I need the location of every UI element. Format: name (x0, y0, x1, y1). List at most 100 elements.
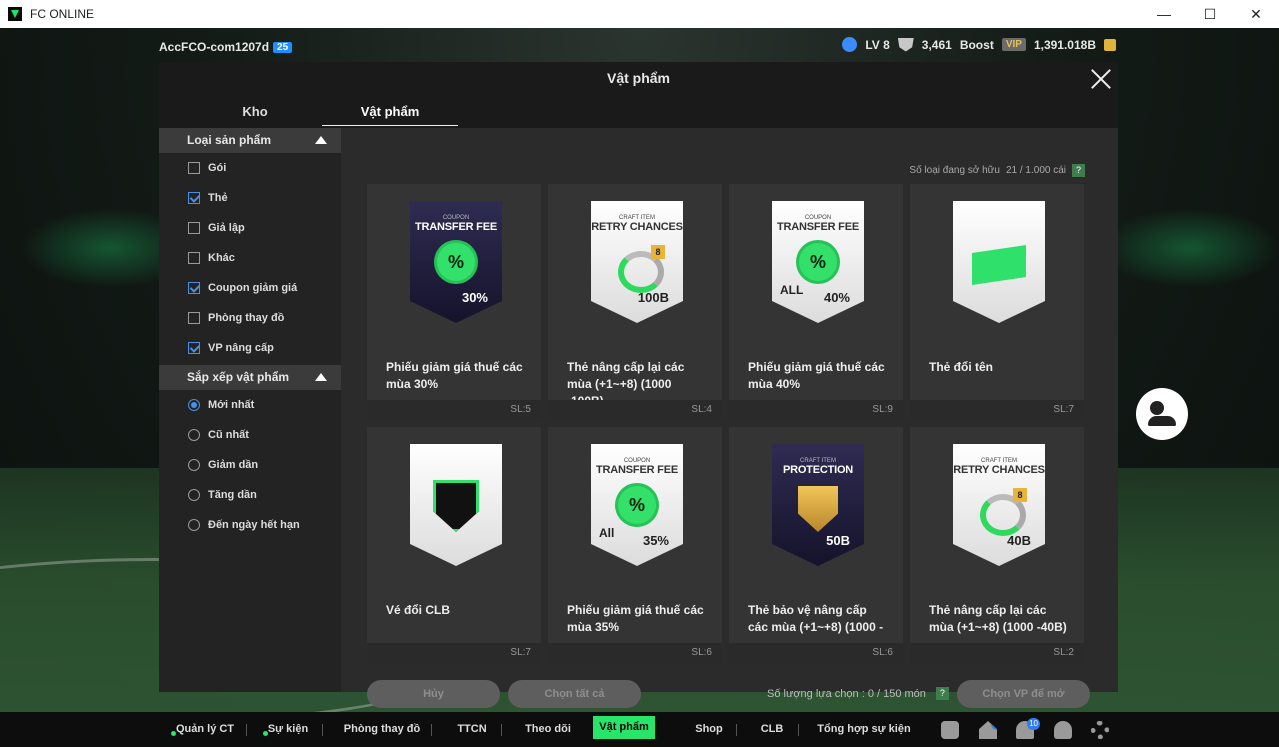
smile-level-icon (842, 37, 858, 52)
item-card-image: COUPON TRANSFER FEE% 30% (410, 201, 502, 323)
nav-separator (501, 724, 502, 736)
boost-label[interactable]: Boost (960, 38, 994, 52)
item-name-line: RETRY CHANCES (591, 221, 683, 233)
checkbox-checked[interactable] (188, 192, 200, 204)
filter-label: Thẻ (208, 192, 228, 204)
filter-option-gia-lap[interactable]: Giả lập (159, 213, 341, 243)
stadium-light (1100, 208, 1279, 288)
item-title: Thẻ đổi tên (929, 360, 993, 374)
item-card[interactable]: CRAFT ITEM PROTECTION 50B Thẻ bảo vệ nâng c… (729, 427, 903, 663)
panel-title: Vật phẩm (606, 70, 670, 86)
help-icon[interactable]: ? (1072, 164, 1085, 177)
close-window-button[interactable]: ✕ (1233, 0, 1279, 28)
gear-icon[interactable] (1091, 721, 1109, 739)
maximize-button[interactable]: ☐ (1187, 0, 1233, 28)
item-card[interactable]: COUPON TRANSFER FEE% ALL 40% Phiếu giảm giá … (729, 184, 903, 420)
item-card[interactable]: COUPON TRANSFER FEE% 30% Phiếu giảm giá thu… (367, 184, 541, 420)
nav-label: Phòng thay đồ (343, 723, 421, 735)
checkbox[interactable] (188, 162, 200, 174)
select-all-button[interactable]: Chọn tất cả (508, 680, 641, 708)
tab-vat-pham[interactable]: Vật phẩm (322, 102, 458, 126)
filter-option-vp-nang-cap[interactable]: VP nâng cấp (159, 333, 341, 363)
item-card[interactable]: CRAFT ITEM RETRY CHANCES 8 100B Thẻ nâng cấp… (548, 184, 722, 420)
item-title: Thẻ bảo vệ nâng cấp các mùa (+1~+8) (100… (748, 603, 884, 634)
radio[interactable] (188, 429, 200, 441)
filter-option-phong-thay-do[interactable]: Phòng thay đồ (159, 303, 341, 333)
rank-shield-icon (897, 37, 914, 52)
item-card[interactable]: Thẻ đổi tên SL:7 (910, 184, 1084, 420)
nav-item[interactable]: Phòng thay đồ (337, 712, 427, 747)
home-icon[interactable]: 2 (979, 721, 997, 739)
nav-item[interactable]: Shop (686, 712, 732, 747)
nav-label: Theo dõi (525, 723, 571, 735)
nav-separator (431, 724, 432, 736)
item-card[interactable]: COUPON TRANSFER FEE% All 35% Phiếu giảm giá … (548, 427, 722, 663)
tab-kho[interactable]: Kho (167, 102, 343, 126)
item-quantity: SL:7 (367, 643, 541, 663)
nav-item[interactable]: Sự kiện (258, 712, 318, 747)
nav-item[interactable]: Theo dõi (515, 712, 581, 747)
sort-option-oldest[interactable]: Cũ nhất (159, 420, 341, 450)
vip-badge[interactable]: VIP (1001, 38, 1026, 51)
sort-label: Mới nhất (208, 399, 255, 411)
filter-label: Gói (208, 162, 227, 174)
checkbox-checked[interactable] (188, 282, 200, 294)
item-art-icon: % (437, 243, 475, 281)
sort-label: Đến ngày hết hạn (208, 519, 300, 531)
item-quantity: SL:6 (548, 643, 722, 663)
selection-count: Số lượng lựa chọn : 0 / 150 món ? (767, 687, 949, 700)
sort-option-asc[interactable]: Tăng dần (159, 480, 341, 510)
nav-separator (246, 724, 247, 736)
filter-option-khac[interactable]: Khác (159, 243, 341, 273)
nav-item[interactable]: Vật phẩm (593, 716, 655, 739)
item-title: Thẻ nâng cấp lại các mùa (+1~+8) (1000 -… (929, 603, 1067, 634)
minimize-button[interactable]: — (1141, 0, 1187, 28)
cancel-button[interactable]: Hủy (367, 680, 500, 708)
items-panel: Vật phẩm Kho Vật phẩm Loại sản phẩm Gói … (159, 62, 1118, 708)
account-info: AccFCO-com1207d 25 (159, 40, 293, 54)
radio[interactable] (188, 459, 200, 471)
nav-item[interactable]: CLB (750, 712, 794, 747)
filter-option-goi[interactable]: Gói (159, 153, 341, 183)
item-all-label: All (599, 526, 615, 540)
checkbox[interactable] (188, 252, 200, 264)
bell-icon[interactable]: 10 (1016, 718, 1040, 739)
window-title: FC ONLINE (30, 7, 95, 21)
sort-option-newest[interactable]: Mới nhất (159, 390, 341, 420)
item-card[interactable]: CRAFT ITEM RETRY CHANCES 8 40B Thẻ nâng cấp … (910, 427, 1084, 663)
radio[interactable] (188, 519, 200, 531)
chat-icon[interactable] (941, 721, 959, 739)
collapse-triangle-icon[interactable] (315, 373, 327, 381)
collapse-triangle-icon[interactable] (315, 136, 327, 144)
nav-label: Tổng hợp sự kiện (817, 723, 911, 735)
checkbox-checked[interactable] (188, 342, 200, 354)
panel-tabs: Kho Vật phẩm (159, 102, 1118, 128)
help-icon[interactable]: ? (935, 687, 949, 700)
support-chat-button[interactable] (1136, 388, 1188, 440)
nav-label: TTCN (457, 723, 487, 735)
product-type-header[interactable]: Loại sản phẩm (159, 128, 341, 153)
item-name-line: TRANSFER FEE (415, 221, 497, 233)
user-icon[interactable] (1054, 721, 1072, 739)
sort-option-expiry[interactable]: Đến ngày hết hạn (159, 510, 341, 540)
radio[interactable] (188, 489, 200, 501)
checkbox[interactable] (188, 222, 200, 234)
radio-selected[interactable] (188, 399, 200, 411)
nav-item[interactable]: Tổng hợp sự kiện (812, 712, 916, 747)
checkbox[interactable] (188, 312, 200, 324)
close-panel-button[interactable] (1090, 68, 1112, 90)
sort-label: Cũ nhất (208, 429, 249, 441)
item-quantity: SL:5 (367, 400, 541, 420)
open-items-button[interactable]: Chọn VP để mở (957, 680, 1090, 708)
filter-sidebar: Loại sản phẩm Gói Thẻ Giả lập Khác Coupo… (159, 128, 341, 692)
item-card[interactable]: Vé đổi CLB SL:7 (367, 427, 541, 663)
filter-option-the[interactable]: Thẻ (159, 183, 341, 213)
sort-header[interactable]: Sắp xếp vật phẩm (159, 365, 341, 390)
nav-item[interactable]: Quản lý CT (168, 712, 242, 747)
nav-item[interactable]: TTCN (447, 712, 497, 747)
filter-option-coupon[interactable]: Coupon giảm giá (159, 273, 341, 303)
sort-option-desc[interactable]: Giảm dần (159, 450, 341, 480)
item-art-icon (972, 245, 1026, 285)
sort-title: Sắp xếp vật phẩm (187, 370, 290, 384)
bp-coin-icon (1104, 38, 1116, 51)
